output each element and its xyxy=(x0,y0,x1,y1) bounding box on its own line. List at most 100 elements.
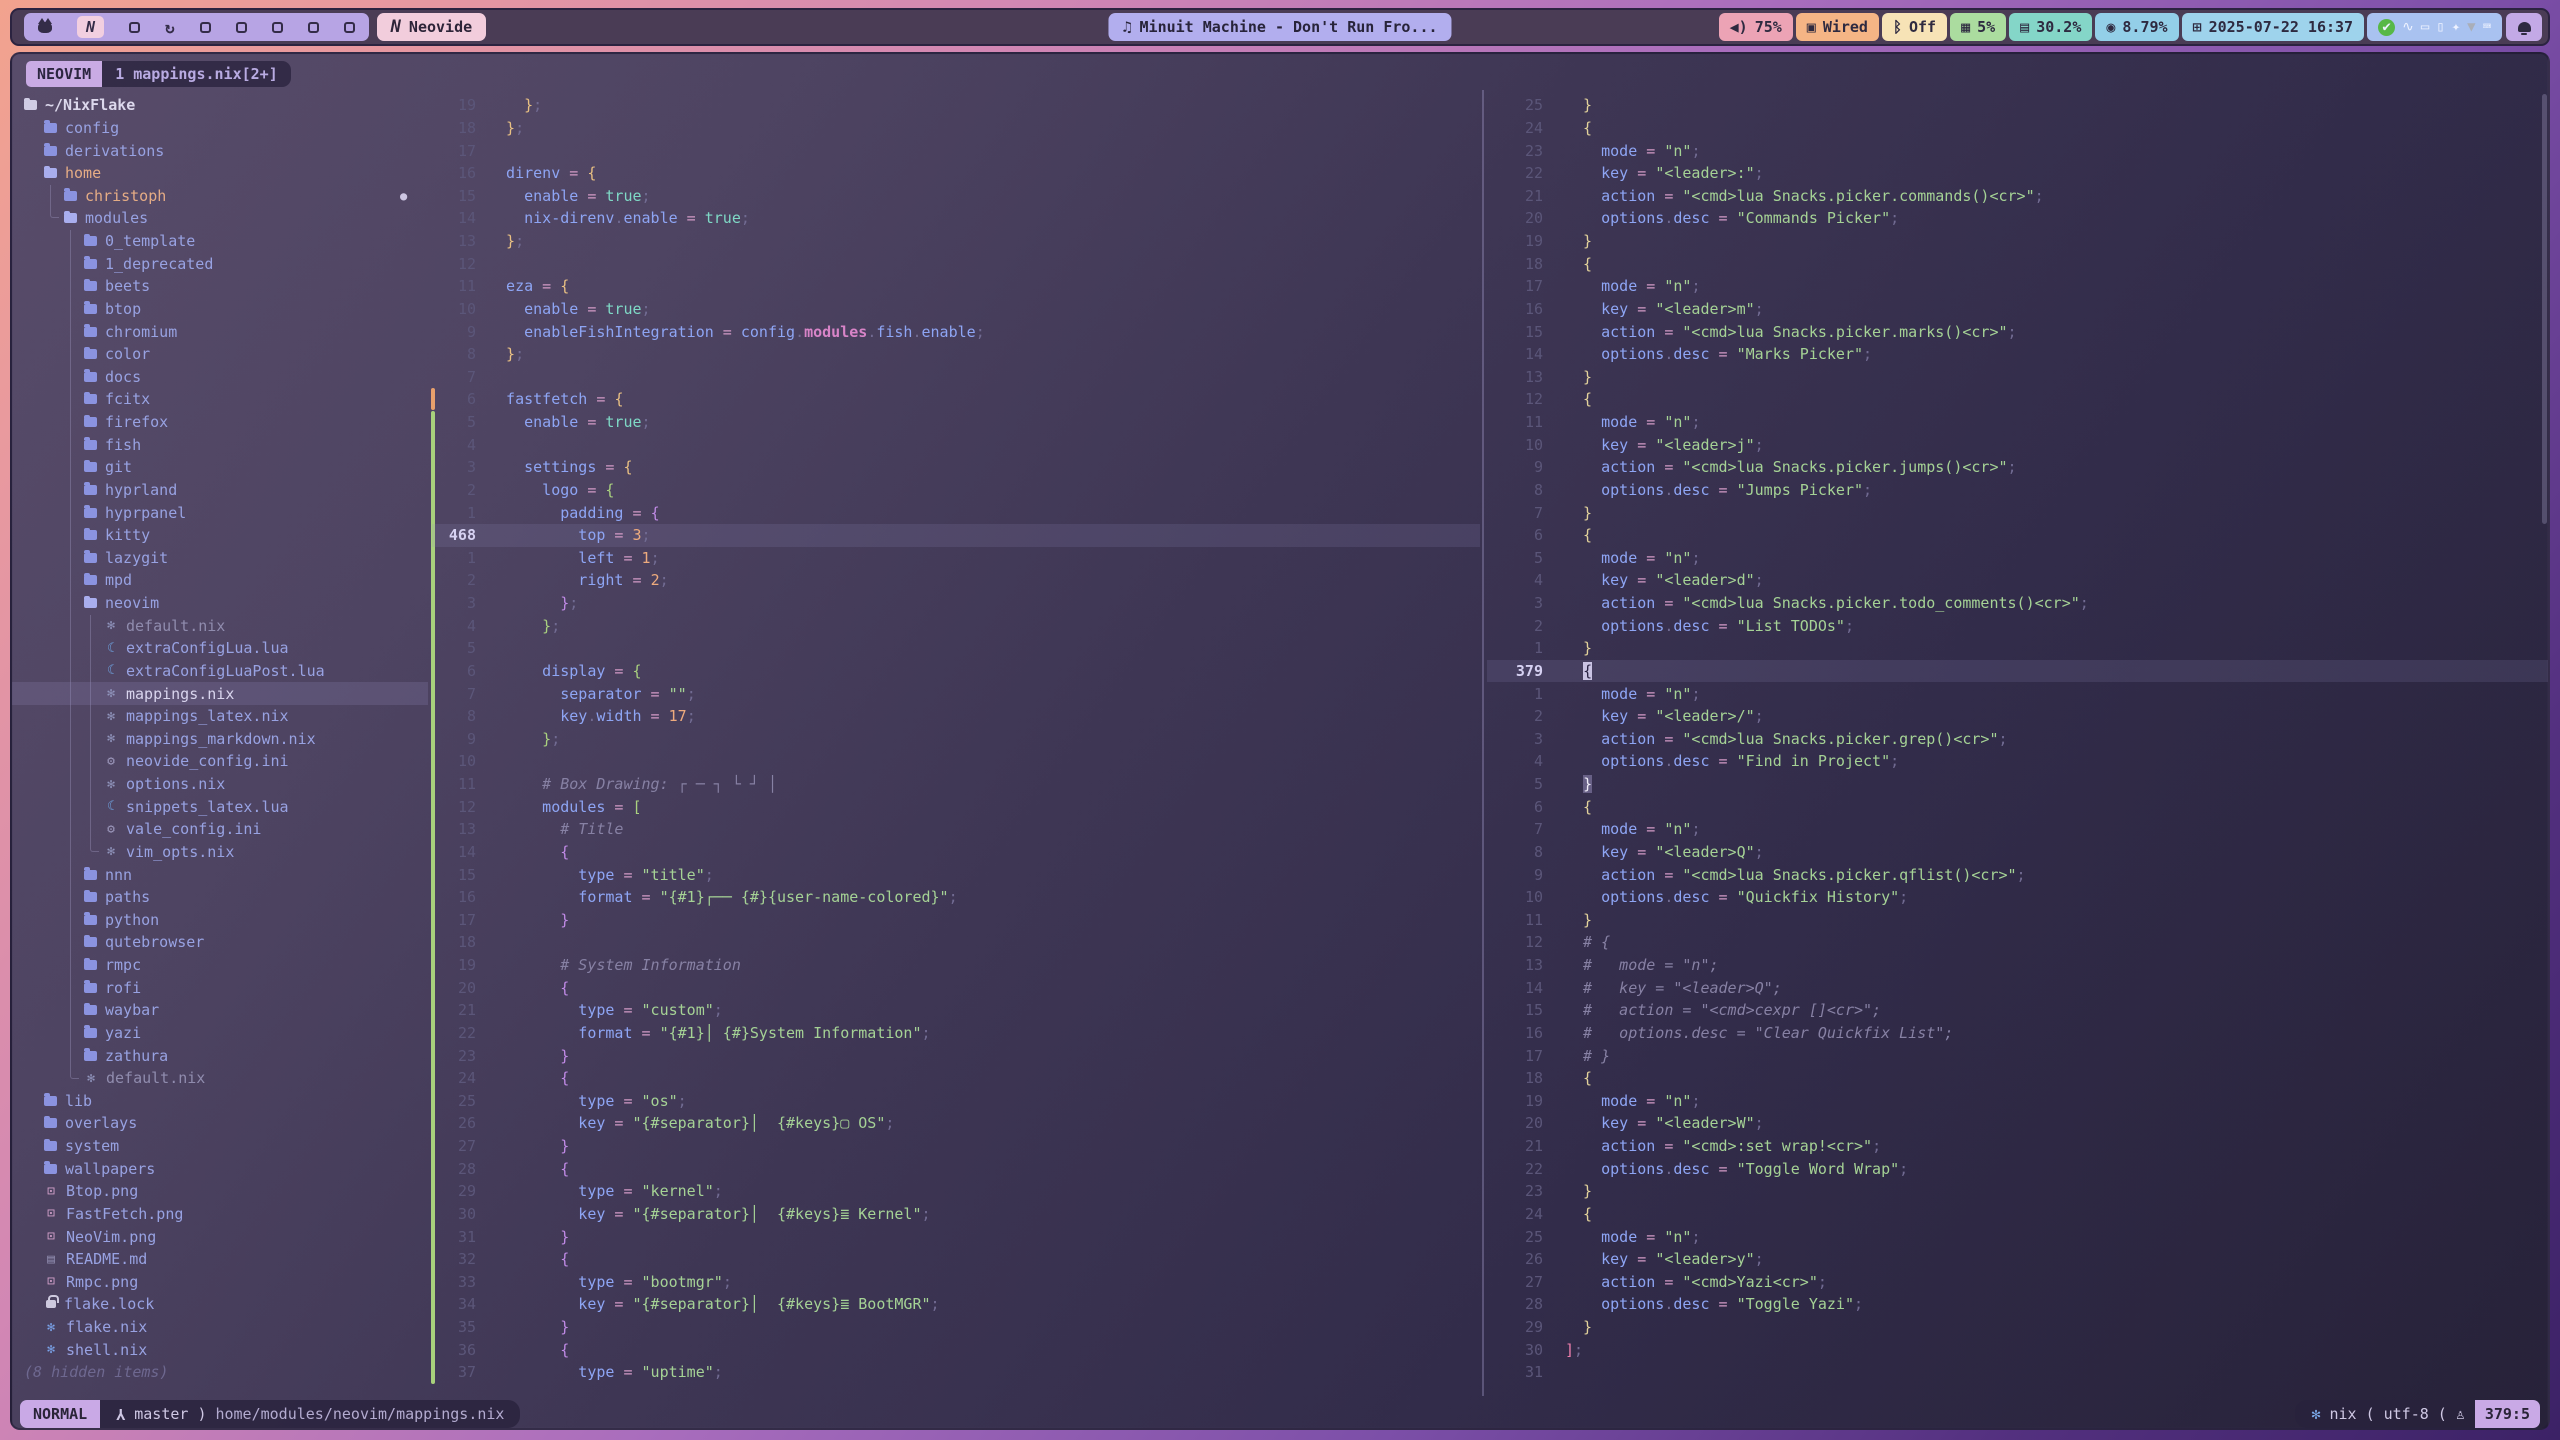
tray-mustache-icon[interactable]: ∿ xyxy=(2402,19,2414,35)
code-line[interactable]: 3 action = "<cmd>lua Snacks.picker.grep(… xyxy=(1487,728,2548,751)
tree-item[interactable]: modules xyxy=(12,207,428,230)
tray-key-icon[interactable]: ✦ xyxy=(2452,19,2460,35)
tree-item[interactable]: docs xyxy=(12,366,428,389)
code-line[interactable]: 13 # Title xyxy=(432,818,1480,841)
code-line[interactable]: 21 type = "custom"; xyxy=(432,999,1480,1022)
code-line[interactable]: 24 { xyxy=(432,1067,1480,1090)
code-line[interactable]: 13 } xyxy=(1487,366,2548,389)
tree-item[interactable]: ✻mappings.nix xyxy=(12,682,428,705)
workspace-sq[interactable] xyxy=(308,22,319,33)
media-player-widget[interactable]: ♫ Minuit Machine - Don't Run Fro... xyxy=(1108,13,1451,41)
status-network[interactable]: ▣Wired xyxy=(1796,13,1879,41)
code-line[interactable]: 5 mode = "n"; xyxy=(1487,547,2548,570)
code-line[interactable]: 7 xyxy=(432,366,1480,389)
tree-item[interactable]: beets xyxy=(12,275,428,298)
code-line[interactable]: 27 } xyxy=(432,1135,1480,1158)
code-line[interactable]: 14 nix-direnv.enable = true; xyxy=(432,207,1480,230)
code-line[interactable]: 23 } xyxy=(432,1044,1480,1067)
code-line[interactable]: 1 } xyxy=(1487,637,2548,660)
notifications-button[interactable] xyxy=(2506,13,2542,41)
tree-item[interactable]: 1_deprecated xyxy=(12,252,428,275)
tray-gpu-icon[interactable]: ▼ xyxy=(2467,19,2475,35)
tree-item[interactable]: ✻default.nix xyxy=(12,614,428,637)
status-cpu[interactable]: ▦5% xyxy=(1950,13,2006,41)
code-line[interactable]: 18 xyxy=(432,931,1480,954)
code-line[interactable]: 25 mode = "n"; xyxy=(1487,1225,2548,1248)
code-line[interactable]: 11 mode = "n"; xyxy=(1487,411,2548,434)
code-line[interactable]: 468 top = 3; xyxy=(432,524,1480,547)
tree-item[interactable]: ⚙neovide_config.ini xyxy=(12,750,428,773)
code-line[interactable]: 16 # options.desc = "Clear Quickfix List… xyxy=(1487,1022,2548,1045)
code-line[interactable]: 22 options.desc = "Toggle Word Wrap"; xyxy=(1487,1157,2548,1180)
tree-item[interactable]: python xyxy=(12,909,428,932)
code-line[interactable]: 34 key = "{#separator}│ {#keys}≣ BootMGR… xyxy=(432,1293,1480,1316)
tree-item[interactable]: overlays xyxy=(12,1112,428,1135)
code-line[interactable]: 10 options.desc = "Quickfix History"; xyxy=(1487,886,2548,909)
code-line[interactable]: 2 options.desc = "List TODOs"; xyxy=(1487,614,2548,637)
code-line[interactable]: 26 key = "<leader>y"; xyxy=(1487,1248,2548,1271)
code-line[interactable]: 10 key = "<leader>j"; xyxy=(1487,433,2548,456)
tree-item[interactable]: hyprpanel xyxy=(12,501,428,524)
code-line[interactable]: 10 xyxy=(432,750,1480,773)
window-separator[interactable] xyxy=(1482,90,1484,1396)
tree-item[interactable]: ✻options.nix xyxy=(12,773,428,796)
code-line[interactable]: 11 # Box Drawing: ┌ ─ ┐ └ ┘ │ xyxy=(432,773,1480,796)
code-line[interactable]: 22 key = "<leader>:"; xyxy=(1487,162,2548,185)
tree-item[interactable]: ✻vim_opts.nix xyxy=(12,841,428,864)
code-line[interactable]: 18 }; xyxy=(432,117,1480,140)
code-line[interactable]: 5 xyxy=(432,637,1480,660)
tree-item[interactable]: ⊡NeoVim.png xyxy=(12,1225,428,1248)
code-line[interactable]: 30 key = "{#separator}│ {#keys}≣ Kernel"… xyxy=(432,1203,1480,1226)
code-line[interactable]: 15 action = "<cmd>lua Snacks.picker.mark… xyxy=(1487,320,2548,343)
code-line[interactable]: 9 enableFishIntegration = config.modules… xyxy=(432,320,1480,343)
code-line[interactable]: 16 direnv = { xyxy=(432,162,1480,185)
code-line[interactable]: 19 # System Information xyxy=(432,954,1480,977)
tree-item[interactable]: ☾extraConfigLua.lua xyxy=(12,637,428,660)
tree-item[interactable]: git xyxy=(12,456,428,479)
code-line[interactable]: 20 key = "<leader>W"; xyxy=(1487,1112,2548,1135)
tree-item[interactable]: lib xyxy=(12,1090,428,1113)
code-line[interactable]: 6 display = { xyxy=(432,660,1480,683)
code-line[interactable]: 21 action = "<cmd>:set wrap!<cr>"; xyxy=(1487,1135,2548,1158)
tree-item[interactable]: mpd xyxy=(12,569,428,592)
workspace-sq[interactable] xyxy=(272,22,283,33)
code-line[interactable]: 4 options.desc = "Find in Project"; xyxy=(1487,750,2548,773)
code-line[interactable]: 7 separator = ""; xyxy=(432,682,1480,705)
code-line[interactable]: 25 type = "os"; xyxy=(432,1090,1480,1113)
status-volume[interactable]: ◀)75% xyxy=(1719,13,1793,41)
code-line[interactable]: 14 # key = "<leader>Q"; xyxy=(1487,976,2548,999)
code-line[interactable]: 11 } xyxy=(1487,909,2548,932)
code-line[interactable]: 17 xyxy=(432,139,1480,162)
tree-item[interactable]: fish xyxy=(12,433,428,456)
workspace-n-active[interactable]: N xyxy=(77,16,104,38)
tree-item[interactable]: fcitx xyxy=(12,388,428,411)
tree-item[interactable]: neovim xyxy=(12,592,428,615)
code-line[interactable]: 32 { xyxy=(432,1248,1480,1271)
code-line[interactable]: 3 settings = { xyxy=(432,456,1480,479)
code-line[interactable]: 18 { xyxy=(1487,252,2548,275)
tree-item[interactable]: chromium xyxy=(12,320,428,343)
code-line[interactable]: 24 { xyxy=(1487,1203,2548,1226)
code-line[interactable]: 23 } xyxy=(1487,1180,2548,1203)
code-line[interactable]: 1 left = 1; xyxy=(432,547,1480,570)
status-memory[interactable]: ▤30.2% xyxy=(2009,13,2092,41)
tree-item[interactable]: yazi xyxy=(12,1022,428,1045)
code-line[interactable]: 4 xyxy=(432,433,1480,456)
tree-item[interactable]: rofi xyxy=(12,976,428,999)
code-line[interactable]: 22 format = "{#1}│ {#}System Information… xyxy=(432,1022,1480,1045)
code-line[interactable]: 17 mode = "n"; xyxy=(1487,275,2548,298)
workspace-sq[interactable] xyxy=(129,22,140,33)
code-line[interactable]: 24 { xyxy=(1487,117,2548,140)
workspace-sq[interactable] xyxy=(236,22,247,33)
status-bluetooth[interactable]: ᛒOff xyxy=(1882,13,1947,41)
code-line[interactable]: 6 { xyxy=(1487,524,2548,547)
code-line[interactable]: 20 { xyxy=(432,976,1480,999)
workspace-refresh-icon[interactable]: ↻ xyxy=(165,18,175,37)
status-disk[interactable]: ◉8.79% xyxy=(2095,13,2178,41)
code-line[interactable]: 20 options.desc = "Commands Picker"; xyxy=(1487,207,2548,230)
code-line[interactable]: 3 }; xyxy=(432,592,1480,615)
tree-item[interactable]: system xyxy=(12,1135,428,1158)
code-line[interactable]: 33 type = "bootmgr"; xyxy=(432,1271,1480,1294)
tree-item[interactable]: hyprland xyxy=(12,479,428,502)
code-line[interactable]: 1 mode = "n"; xyxy=(1487,682,2548,705)
